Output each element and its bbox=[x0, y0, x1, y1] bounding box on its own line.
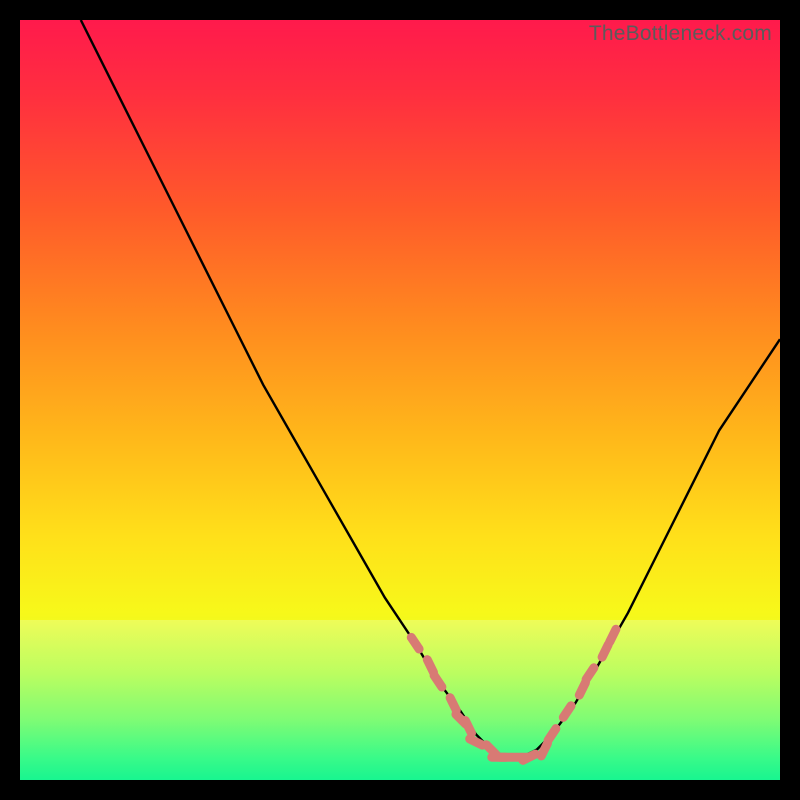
curve-marker bbox=[450, 698, 456, 711]
chart-frame: TheBottleneck.com bbox=[20, 20, 780, 780]
curve-marker bbox=[541, 743, 547, 756]
curve-marker bbox=[602, 645, 608, 658]
curve-marker bbox=[470, 739, 483, 745]
curve-marker bbox=[579, 683, 585, 696]
curve-marker bbox=[523, 754, 536, 760]
lower-band bbox=[20, 620, 780, 780]
curve-marker bbox=[427, 660, 433, 673]
curve-marker bbox=[465, 721, 471, 734]
bottleneck-chart bbox=[20, 20, 780, 780]
watermark-text: TheBottleneck.com bbox=[589, 22, 772, 46]
curve-marker bbox=[610, 629, 616, 642]
